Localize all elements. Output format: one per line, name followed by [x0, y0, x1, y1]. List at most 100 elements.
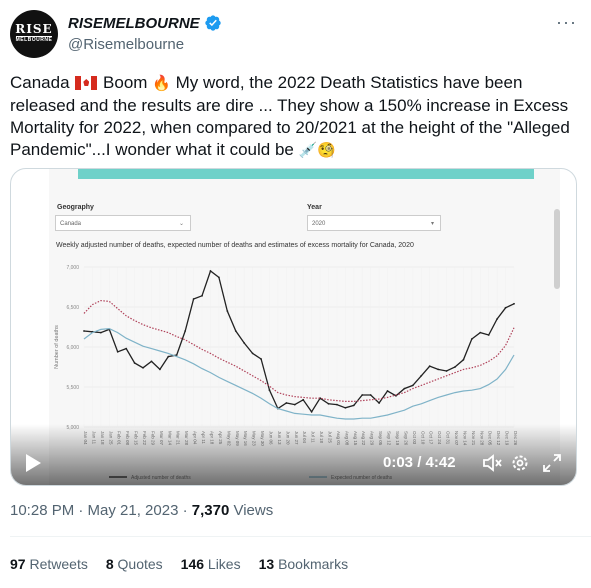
tweet-text-part2: Boom: [103, 73, 148, 92]
data-point: [420, 374, 423, 377]
year-select: 2020 ▾: [307, 215, 441, 231]
data-point: [336, 403, 338, 406]
tweet-stats: 97 Retweets 8 Quotes 146 Likes 13 Bookma…: [10, 556, 348, 572]
y-axis-label: Number of deaths: [54, 325, 60, 369]
data-point: [445, 370, 448, 372]
data-point: [125, 347, 128, 350]
verified-badge-icon: [205, 15, 221, 31]
data-point: [369, 394, 372, 396]
views-count: 7,370: [191, 502, 230, 519]
series-line: [83, 299, 515, 402]
geography-select: Canada ⌄: [55, 215, 191, 231]
likes-count: 146: [180, 556, 205, 572]
quotes-link[interactable]: 8 Quotes: [106, 556, 163, 572]
data-point: [504, 306, 507, 309]
chevron-down-icon: ⌄: [178, 221, 184, 227]
likes-label: Likes: [207, 556, 241, 572]
data-point: [513, 302, 515, 305]
year-value: 2020: [312, 221, 326, 227]
retweets-label: Retweets: [29, 556, 88, 572]
avatar[interactable]: RISE MELBOURNE: [10, 10, 58, 58]
display-name[interactable]: RISEMELBOURNE: [68, 14, 222, 32]
syringe-emoji-icon: 💉: [298, 142, 318, 159]
tweet-meta: 10:28 PM · May 21, 2023 · 7,370 Views: [10, 502, 273, 519]
data-point: [327, 402, 330, 405]
data-point: [361, 394, 364, 396]
author-names[interactable]: RISEMELBOURNE @Risemelbourne: [68, 14, 222, 53]
data-point: [428, 365, 431, 368]
geography-label: Geography: [57, 204, 94, 211]
data-point: [344, 406, 347, 409]
data-point: [209, 270, 212, 272]
data-point: [268, 389, 271, 392]
data-point: [226, 310, 229, 312]
data-point: [83, 330, 85, 332]
video-player[interactable]: Geography Canada ⌄ Year 2020 ▾ Weekly ad…: [10, 168, 577, 486]
chart-subtitle: Weekly adjusted number of deaths, expect…: [56, 242, 414, 249]
scrollbar: [554, 209, 560, 289]
data-point: [454, 366, 456, 368]
year-label: Year: [307, 204, 322, 211]
y-tick-label: 6,500: [66, 305, 79, 311]
bookmarks-label: Bookmarks: [278, 556, 349, 572]
data-point: [133, 362, 136, 364]
y-tick-label: 5,500: [66, 385, 79, 391]
series-line: [83, 327, 515, 420]
data-point: [496, 318, 499, 320]
retweets-count: 97: [10, 556, 26, 572]
data-point: [218, 276, 220, 279]
fullscreen-icon[interactable]: [541, 452, 563, 479]
avatar-text-top: RISE: [15, 22, 53, 36]
data-point: [386, 390, 389, 392]
data-point: [411, 384, 414, 387]
data-point: [352, 404, 355, 407]
data-point: [260, 358, 262, 360]
mute-icon[interactable]: [481, 452, 503, 479]
video-time: 0:03 / 4:42: [383, 454, 456, 471]
retweets-link[interactable]: 97 Retweets: [10, 556, 88, 572]
display-name-text: RISEMELBOURNE: [68, 14, 200, 32]
y-tick-label: 6,000: [66, 345, 79, 351]
data-point: [116, 350, 119, 353]
data-point: [293, 403, 296, 406]
tweet-text-part1: Canada: [10, 73, 70, 92]
bookmarks-link[interactable]: 13 Bookmarks: [259, 556, 349, 572]
quotes-count: 8: [105, 556, 114, 572]
data-point: [403, 387, 406, 390]
data-point: [470, 338, 473, 340]
data-point: [167, 355, 170, 358]
data-point: [150, 360, 153, 363]
data-point: [201, 294, 203, 297]
data-point: [243, 342, 246, 344]
handle[interactable]: @Risemelbourne: [68, 36, 222, 53]
geography-value: Canada: [60, 221, 82, 227]
video-frame-header-bar: [78, 169, 534, 179]
data-point: [487, 334, 490, 336]
data-point: [479, 331, 482, 334]
settings-gear-icon[interactable]: [509, 452, 531, 479]
data-point: [310, 410, 313, 413]
canada-flag-icon: [75, 76, 98, 90]
play-icon[interactable]: [26, 454, 41, 472]
data-point: [142, 366, 144, 369]
avatar-text-bottom: MELBOURNE: [15, 36, 53, 43]
data-point: [251, 352, 254, 355]
caret-down-icon: ▾: [430, 221, 434, 227]
series-line: [83, 269, 515, 413]
data-point: [462, 358, 465, 361]
data-point: [184, 330, 187, 332]
tweet-text: Canada Boom 🔥 My word, the 2022 Death St…: [10, 72, 570, 162]
data-point: [234, 330, 237, 332]
more-options-icon[interactable]: ···: [556, 12, 577, 33]
bookmarks-count: 13: [258, 556, 275, 572]
data-point: [378, 402, 380, 404]
y-tick-label: 7,000: [66, 265, 79, 271]
data-point: [99, 331, 102, 334]
fire-emoji-icon: 🔥: [152, 75, 171, 92]
timestamp[interactable]: 10:28 PM · May 21, 2023 ·: [10, 502, 188, 519]
views-label: Views: [233, 502, 274, 519]
data-point: [158, 368, 161, 371]
data-point: [302, 398, 305, 401]
data-point: [437, 368, 440, 371]
likes-link[interactable]: 146 Likes: [181, 556, 241, 572]
